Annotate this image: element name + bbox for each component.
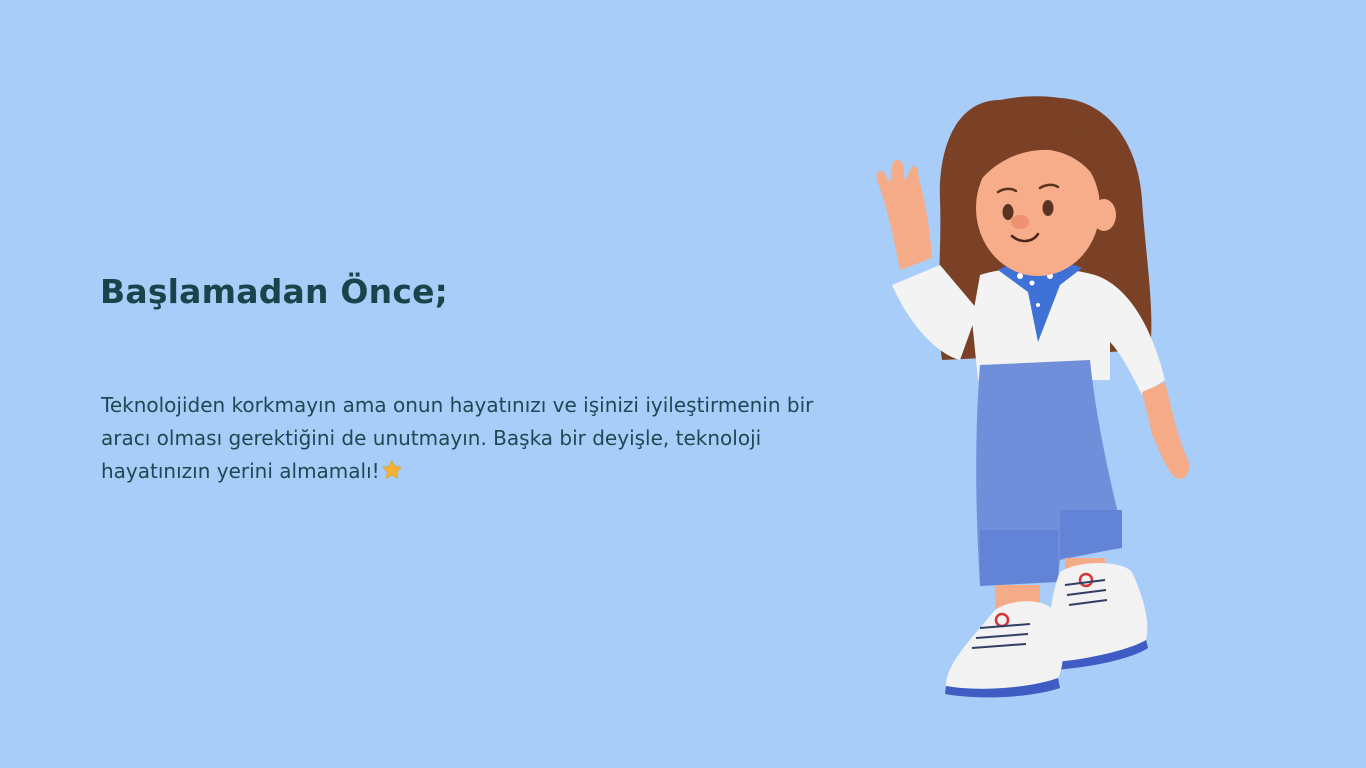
- slide-body-text: Teknolojiden korkmayın ama onun hayatını…: [101, 389, 841, 488]
- slide: Başlamadan Önce; Teknolojiden korkmayın …: [0, 0, 1366, 768]
- body-text-content: Teknolojiden korkmayın ama onun hayatını…: [101, 393, 814, 483]
- waving-girl-illustration: [876, 96, 1190, 698]
- slide-title: Başlamadan Önce;: [100, 272, 449, 311]
- star-icon: [382, 460, 402, 479]
